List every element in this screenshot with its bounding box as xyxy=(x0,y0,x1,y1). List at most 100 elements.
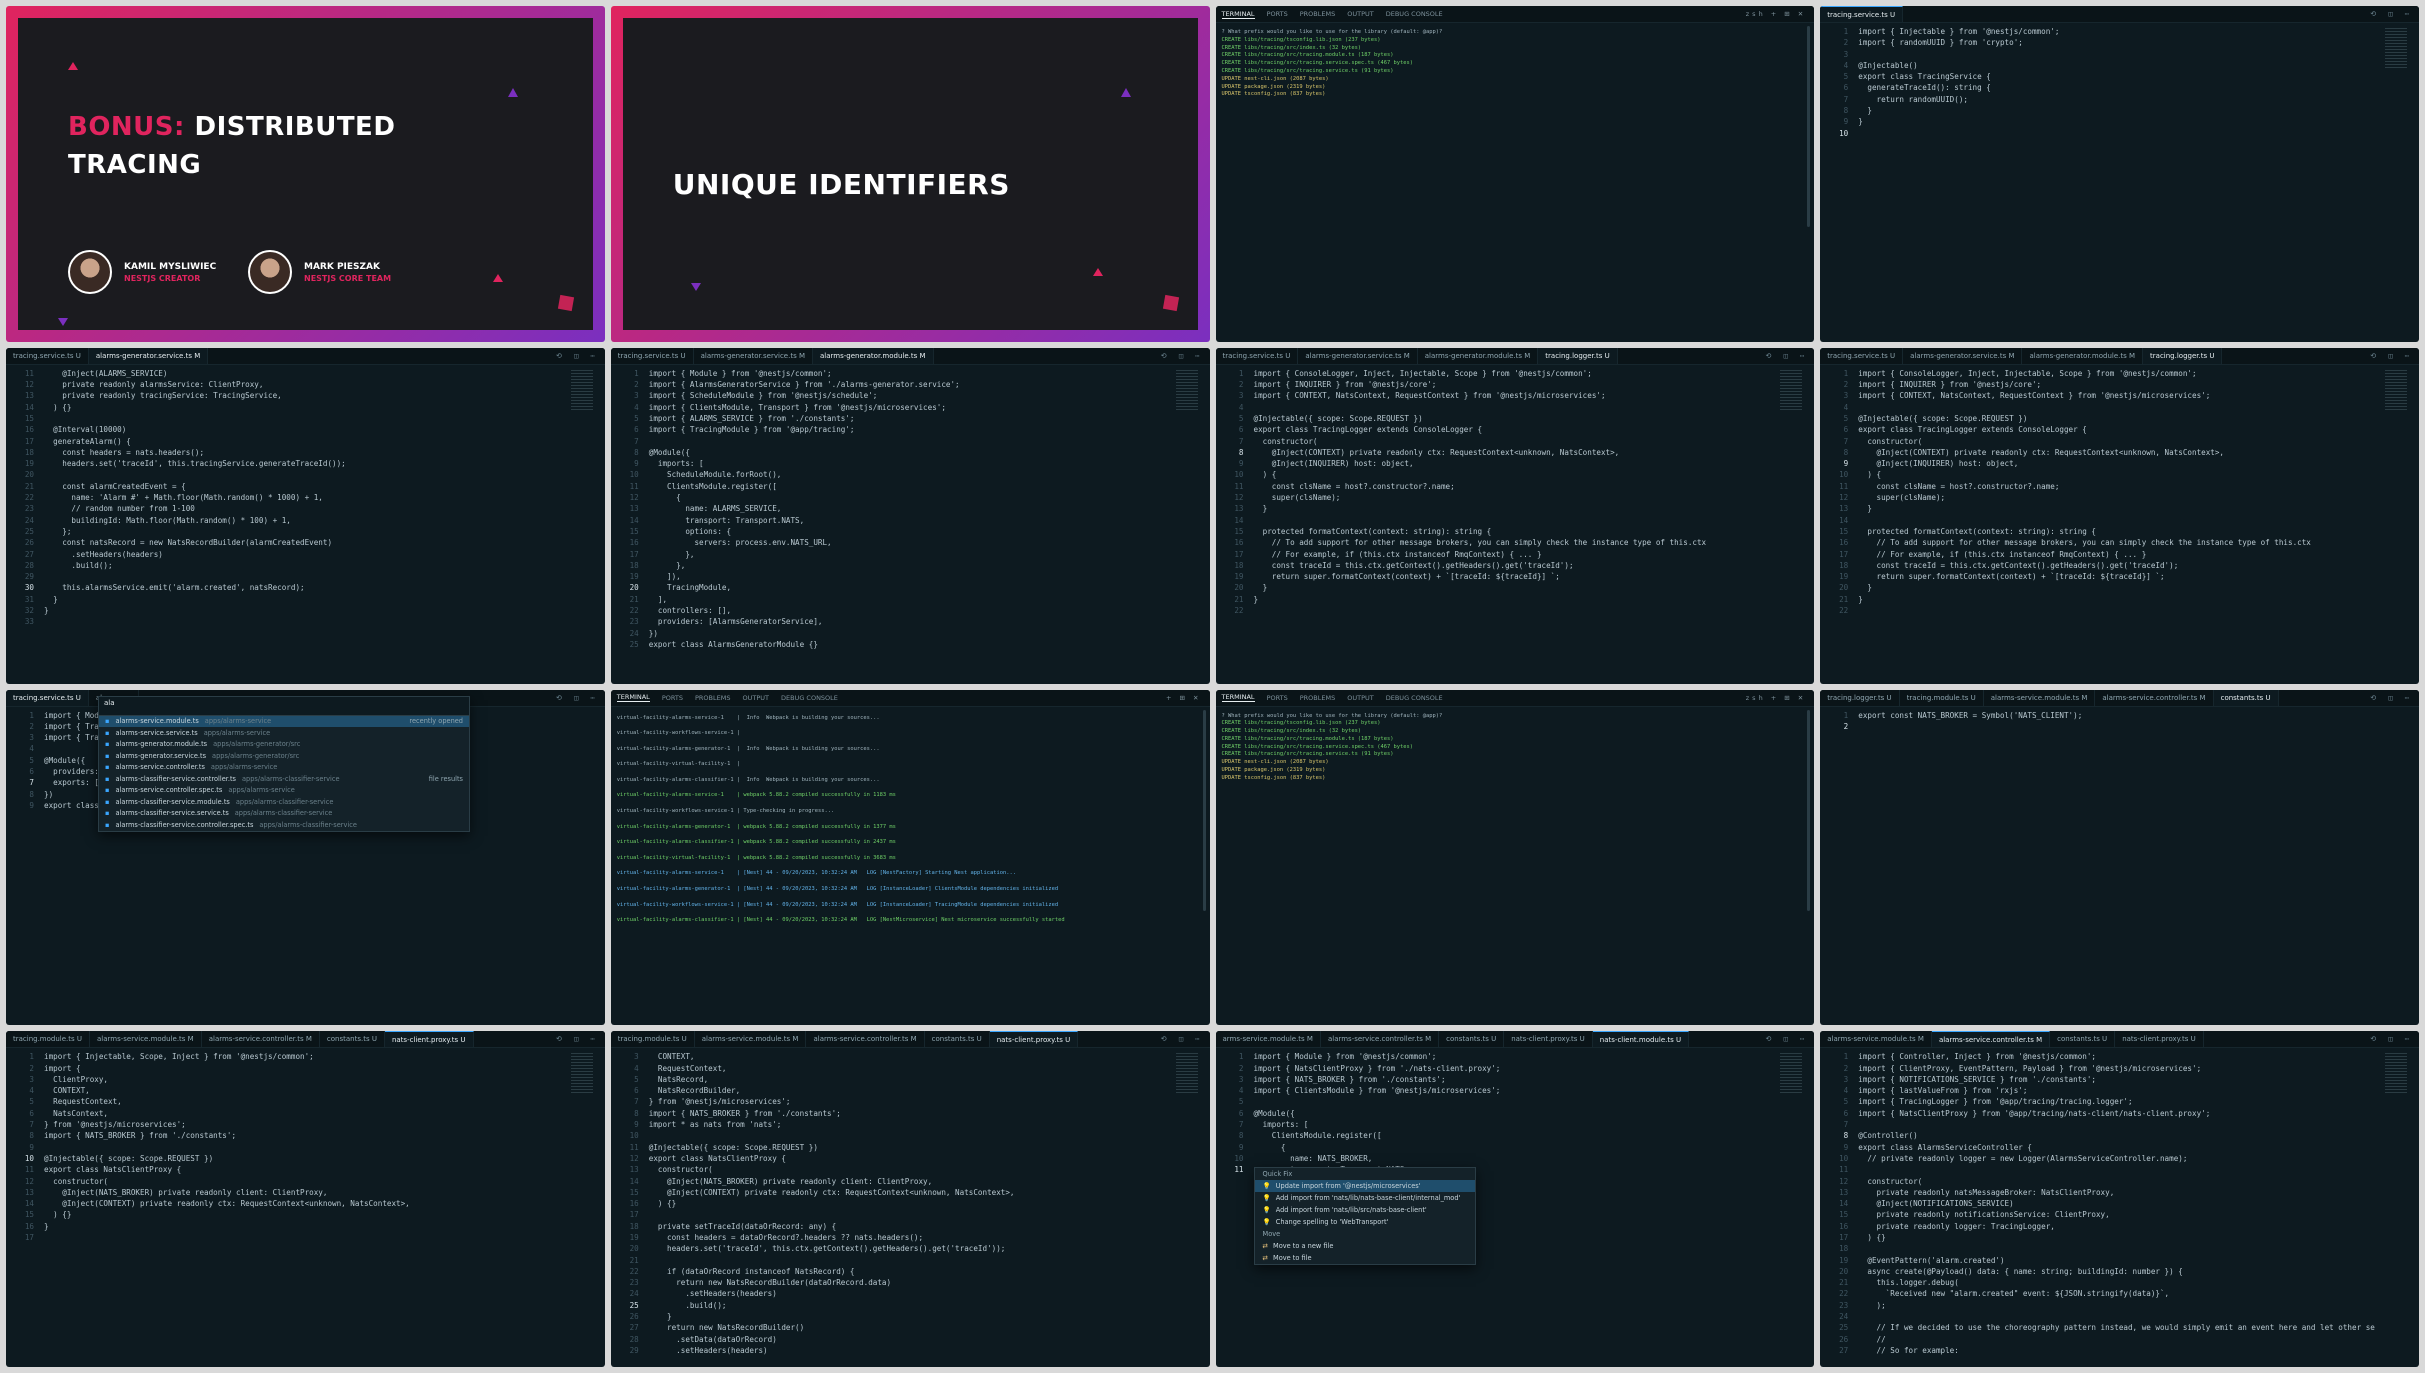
editor-tab[interactable]: alarms-service.module.ts M xyxy=(695,1031,807,1048)
code-line[interactable]: 14 @Inject(CONTEXT) private readonly ctx… xyxy=(6,1198,605,1209)
editor-tab[interactable]: nats-client.proxy.ts U xyxy=(2115,1031,2204,1048)
code-line[interactable]: 7 xyxy=(611,436,1210,447)
code-line[interactable]: 2 import { ClientProxy, EventPattern, Pay… xyxy=(1820,1063,2419,1074)
quick-open-item[interactable]: ▪ alarms-service.controller.ts apps/alarms… xyxy=(99,762,469,774)
terminal-actions[interactable]: zsh + ⊞ ✕ xyxy=(1746,694,1814,702)
quick-fix-item[interactable]: 💡 Change spelling to 'WebTransport' xyxy=(1255,1216,1475,1228)
quick-open-item[interactable]: ▪ alarms-classifier-service.controller.ts… xyxy=(99,773,469,785)
editor-actions[interactable]: ⟲ ◫ ⋯ xyxy=(2370,10,2419,18)
terminal-action-icons[interactable]: + ⊞ ✕ xyxy=(1771,10,1806,18)
tab-debug-console[interactable]: DEBUG CONSOLE xyxy=(781,694,838,702)
code-line[interactable]: 1 import { Controller, Inject } from '@ne… xyxy=(1820,1051,2419,1062)
code-line[interactable]: 16 servers: process.env.NATS_URL, xyxy=(611,537,1210,548)
code-line[interactable]: 17 xyxy=(6,1232,605,1243)
code-area[interactable]: 1 import { Injectable, Scope, Inject } fr… xyxy=(6,1048,605,1367)
code-line[interactable]: 7 imports: [ xyxy=(1216,1119,1815,1130)
code-line[interactable]: 5 @Injectable({ scope: Scope.REQUEST }) xyxy=(1820,413,2419,424)
code-line[interactable]: 10 xyxy=(1820,128,2419,139)
code-line[interactable]: 3 import { NOTIFICATIONS_SERVICE } from '… xyxy=(1820,1074,2419,1085)
code-line[interactable]: 26 // xyxy=(1820,1334,2419,1345)
code-line[interactable]: 3 ClientProxy, xyxy=(6,1074,605,1085)
code-area[interactable]: 1 import { Module } from '@nestjs/common'… xyxy=(611,365,1210,684)
code-line[interactable]: 19 ]), xyxy=(611,571,1210,582)
code-line[interactable]: 3 import { CONTEXT, NatsContext, RequestC… xyxy=(1820,390,2419,401)
editor-actions[interactable]: ⟲ ◫ ⋯ xyxy=(2370,1035,2419,1043)
code-line[interactable]: 21} xyxy=(1820,594,2419,605)
code-line[interactable]: 3 xyxy=(1820,49,2419,60)
code-line[interactable]: 18 const traceId = this.ctx.getContext()… xyxy=(1820,560,2419,571)
code-line[interactable]: 24 xyxy=(1820,1311,2419,1322)
code-line[interactable]: 14 transport: Transport.NATS, xyxy=(611,515,1210,526)
quick-open-input[interactable]: ala xyxy=(99,696,469,716)
editor-tab[interactable]: nats-client.proxy.ts U xyxy=(384,1031,474,1048)
editor-tab[interactable]: tracing.module.ts U xyxy=(1900,689,1984,706)
editor-tab[interactable]: constants.ts U xyxy=(2050,1031,2116,1048)
code-area[interactable]: 3 CONTEXT, 4 RequestContext, 5 NatsRecord,… xyxy=(611,1048,1210,1367)
tab-problems[interactable]: PROBLEMS xyxy=(695,694,730,702)
code-line[interactable]: 2 import { randomUUID } from 'crypto'; xyxy=(1820,37,2419,48)
tab-problems[interactable]: PROBLEMS xyxy=(1300,694,1335,702)
editor-tab[interactable]: tracing.logger.ts U xyxy=(1538,347,1618,364)
code-line[interactable]: 8 @Module({ xyxy=(611,447,1210,458)
code-line[interactable]: 13 name: ALARMS_SERVICE, xyxy=(611,503,1210,514)
code-line[interactable]: 2 import { AlarmsGeneratorService } from … xyxy=(611,379,1210,390)
code-line[interactable]: 6 NatsContext, xyxy=(6,1108,605,1119)
minimap[interactable] xyxy=(2385,28,2407,68)
code-line[interactable]: 15 protected formatContext(context: stri… xyxy=(1820,526,2419,537)
code-line[interactable]: 15 protected formatContext(context: stri… xyxy=(1216,526,1815,537)
editor-tab[interactable]: alarms-service.module.ts M xyxy=(90,1031,202,1048)
editor-tab[interactable]: alarms-service.controller.ts M xyxy=(2095,689,2214,706)
code-line[interactable]: 24 .setHeaders(headers) xyxy=(611,1288,1210,1299)
code-line[interactable]: 16 @Interval(10000) xyxy=(6,424,605,435)
code-line[interactable]: 14 xyxy=(1216,515,1815,526)
editor-actions[interactable]: ⟲ ◫ ⋯ xyxy=(1161,1035,1210,1043)
code-line[interactable]: 8 import { NATS_BROKER } from './constant… xyxy=(6,1130,605,1141)
code-line[interactable]: 21 ], xyxy=(611,594,1210,605)
editor-tab[interactable]: nats-client.proxy.ts U xyxy=(989,1031,1079,1048)
tab-problems[interactable]: PROBLEMS xyxy=(1300,10,1335,18)
code-line[interactable]: 11 const clsName = host?.constructor?.na… xyxy=(1820,481,2419,492)
editor-tab[interactable]: tracing.logger.ts U xyxy=(2143,347,2223,364)
code-line[interactable]: 8 import { NATS_BROKER } from './constant… xyxy=(611,1108,1210,1119)
editor-actions[interactable]: ⟲ ◫ ⋯ xyxy=(2370,694,2419,702)
editor-actions[interactable]: ⟲ ◫ ⋯ xyxy=(1766,1035,1815,1043)
code-line[interactable]: 9 xyxy=(6,1142,605,1153)
editor-tab[interactable]: alarms-generator.module.ts M xyxy=(1418,347,1539,364)
code-line[interactable]: 15 xyxy=(6,413,605,424)
editor-tab[interactable]: constants.ts U xyxy=(925,1031,990,1048)
code-line[interactable]: 7 xyxy=(1820,1119,2419,1130)
terminal-output[interactable]: virtual-facility-alarms-service-1 | Info… xyxy=(611,707,1210,926)
code-line[interactable]: 9 @Inject(INQUIRER) host: object, xyxy=(1820,458,2419,469)
code-line[interactable]: 11 ClientsModule.register([ xyxy=(611,481,1210,492)
tab-debug-console[interactable]: DEBUG CONSOLE xyxy=(1386,10,1443,18)
terminal-action-icons[interactable]: + ⊞ ✕ xyxy=(1166,694,1209,702)
code-line[interactable]: 29 xyxy=(6,571,605,582)
code-line[interactable]: 12 constructor( xyxy=(1820,1176,2419,1187)
code-line[interactable]: 27 return new NatsRecordBuilder() xyxy=(611,1322,1210,1333)
code-line[interactable]: 12 export class NatsClientProxy { xyxy=(611,1153,1210,1164)
code-line[interactable]: 19 return super.formatContext(context) +… xyxy=(1820,571,2419,582)
editor-tab[interactable]: alarms-generator.module.ts M xyxy=(812,347,934,364)
code-line[interactable]: 19 @EventPattern('alarm.created') xyxy=(1820,1255,2419,1266)
code-line[interactable]: 11 xyxy=(1820,1164,2419,1175)
code-line[interactable]: 16 private readonly logger: TracingLogge… xyxy=(1820,1221,2419,1232)
quick-open-item[interactable]: ▪ alarms-service.module.ts apps/alarms-ser… xyxy=(99,715,469,727)
code-line[interactable]: 5 export class TracingService { xyxy=(1820,71,2419,82)
editor-actions[interactable]: ⟲ ◫ ⋯ xyxy=(556,352,605,360)
quick-open-item[interactable]: ▪ alarms-service.service.ts apps/alarms-se… xyxy=(99,727,469,739)
code-line[interactable]: 15 options: { xyxy=(611,526,1210,537)
code-line[interactable]: 2 import { NatsClientProxy } from './nats… xyxy=(1216,1063,1815,1074)
code-line[interactable]: 9 export class AlarmsServiceController { xyxy=(1820,1142,2419,1153)
code-line[interactable]: 7 constructor( xyxy=(1216,436,1815,447)
code-line[interactable]: 15 ) {} xyxy=(6,1209,605,1220)
minimap[interactable] xyxy=(1175,1053,1198,1094)
code-line[interactable]: 12 { xyxy=(611,492,1210,503)
code-line[interactable]: 3 import { ScheduleModule } from '@nestjs… xyxy=(611,390,1210,401)
minimap[interactable] xyxy=(1175,369,1198,410)
editor-tab[interactable]: constants.ts U xyxy=(1439,1031,1505,1048)
code-line[interactable]: 2 xyxy=(1820,721,2419,732)
code-line[interactable]: 9 @Inject(INQUIRER) host: object, xyxy=(1216,458,1815,469)
tab-terminal[interactable]: TERMINAL xyxy=(616,693,650,702)
code-line[interactable]: 19 headers.set('traceId', this.tracingSe… xyxy=(6,458,605,469)
code-line[interactable]: 7} from '@nestjs/microservices'; xyxy=(6,1119,605,1130)
